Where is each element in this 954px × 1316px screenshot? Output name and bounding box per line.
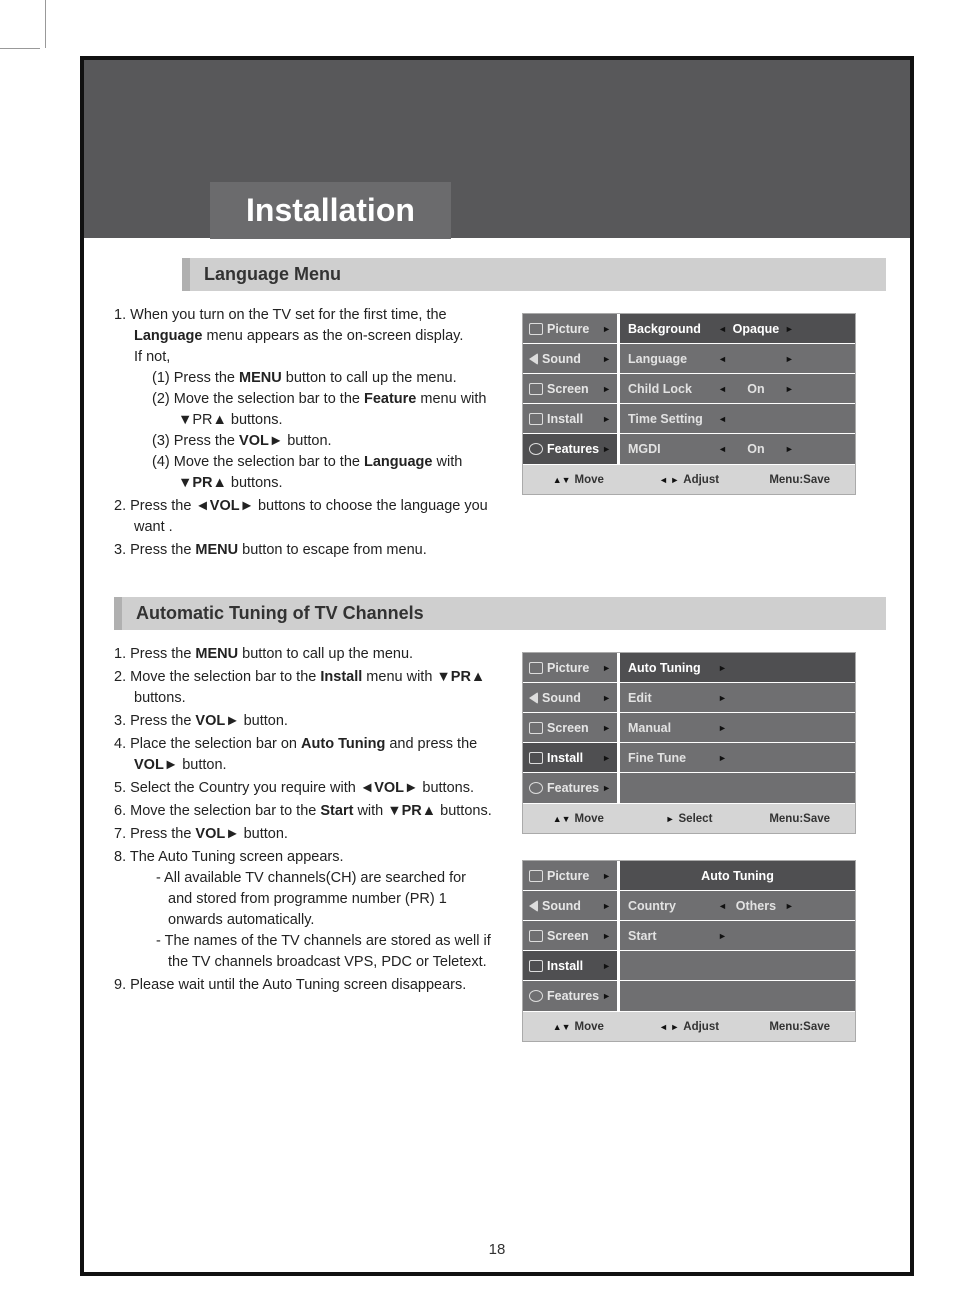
row-auto-tuning[interactable]: Auto Tuning► — [620, 653, 855, 683]
install-icon — [529, 960, 543, 972]
features-icon — [529, 782, 543, 794]
nav-features[interactable]: Features► — [523, 434, 617, 464]
row-language[interactable]: Language◄► — [620, 344, 855, 374]
osd-footer: ▲▼Move ◄ ►Adjust Menu:Save — [523, 1011, 855, 1041]
install-icon — [529, 413, 543, 425]
auto-tuning-text: Press the MENU button to call up the men… — [114, 644, 494, 1068]
page-frame: Installation Language Menu When you turn… — [80, 56, 914, 1276]
picture-icon — [529, 870, 543, 882]
screen-icon — [529, 722, 543, 734]
row-start[interactable]: Start► — [620, 921, 855, 951]
at-step-2: Move the selection bar to the Install me… — [114, 667, 494, 709]
at-step-9: Please wait until the Auto Tuning screen… — [114, 975, 494, 996]
nav-features[interactable]: Features► — [523, 773, 617, 803]
nav-sound[interactable]: Sound► — [523, 891, 617, 921]
substep-1: (1) Press the MENU button to call up the… — [152, 368, 494, 389]
row-time-setting[interactable]: Time Setting◄ — [620, 404, 855, 434]
language-menu-text: When you turn on the TV set for the firs… — [114, 305, 494, 563]
row-country[interactable]: Country◄Others► — [620, 891, 855, 921]
features-icon — [529, 990, 543, 1002]
header-band: Installation — [84, 60, 910, 238]
at-step-7: Press the VOL► button. — [114, 824, 494, 845]
screen-icon — [529, 930, 543, 942]
nav-features[interactable]: Features► — [523, 981, 617, 1011]
nav-sound[interactable]: Sound► — [523, 683, 617, 713]
nav-screen[interactable]: Screen► — [523, 374, 617, 404]
osd-footer: ▲▼Move ◄ ►Adjust Menu:Save — [523, 464, 855, 494]
picture-icon — [529, 662, 543, 674]
nav-install[interactable]: Install► — [523, 951, 617, 981]
step-2: Press the ◄VOL► buttons to choose the la… — [114, 496, 494, 538]
row-fine-tune[interactable]: Fine Tune► — [620, 743, 855, 773]
substep-4: (4) Move the selection bar to the Langua… — [152, 452, 494, 494]
heading-auto-tuning: Automatic Tuning of TV Channels — [114, 597, 886, 630]
page-title: Installation — [246, 192, 415, 229]
nav-picture[interactable]: Picture► — [523, 314, 617, 344]
substep-3: (3) Press the VOL► button. — [152, 431, 494, 452]
at-step-3: Press the VOL► button. — [114, 711, 494, 732]
features-icon — [529, 443, 543, 455]
row-mgdi[interactable]: MGDI◄On► — [620, 434, 855, 464]
picture-icon — [529, 323, 543, 335]
at-step-4: Place the selection bar on Auto Tuning a… — [114, 734, 494, 776]
row-empty — [620, 773, 855, 803]
row-auto-tuning-title: Auto Tuning — [620, 861, 855, 891]
title-box: Installation — [210, 182, 451, 239]
at-step-1: Press the MENU button to call up the men… — [114, 644, 494, 665]
osd-nav: Picture► Sound► Screen► Install► Feature… — [523, 314, 617, 464]
row-empty — [620, 981, 855, 1011]
substep-2: (2) Move the selection bar to the Featur… — [152, 389, 494, 431]
install-icon — [529, 752, 543, 764]
sound-icon — [529, 353, 538, 365]
sound-icon — [529, 692, 538, 704]
nav-screen[interactable]: Screen► — [523, 921, 617, 951]
at-step-8: The Auto Tuning screen appears. - All av… — [114, 847, 494, 973]
row-child-lock[interactable]: Child Lock◄On► — [620, 374, 855, 404]
crop-mark-top — [45, 0, 46, 48]
at-step-5: Select the Country you require with ◄VOL… — [114, 778, 494, 799]
row-empty — [620, 951, 855, 981]
heading-language-menu: Language Menu — [182, 258, 886, 291]
row-manual[interactable]: Manual► — [620, 713, 855, 743]
nav-picture[interactable]: Picture► — [523, 653, 617, 683]
at-step-6: Move the selection bar to the Start with… — [114, 801, 494, 822]
nav-install[interactable]: Install► — [523, 404, 617, 434]
sound-icon — [529, 900, 538, 912]
screen-icon — [529, 383, 543, 395]
at-bullet-2: - The names of the TV channels are store… — [156, 931, 494, 973]
page-number: 18 — [84, 1241, 910, 1258]
nav-sound[interactable]: Sound► — [523, 344, 617, 374]
osd-install-menu: Picture► Sound► Screen► Install► Feature… — [522, 652, 856, 834]
nav-screen[interactable]: Screen► — [523, 713, 617, 743]
crop-mark-left — [0, 48, 40, 49]
osd-footer: ▲▼Move ►Select Menu:Save — [523, 803, 855, 833]
step-1: When you turn on the TV set for the firs… — [114, 305, 494, 494]
row-background[interactable]: Background◄Opaque► — [620, 314, 855, 344]
osd-auto-tuning-menu: Picture► Sound► Screen► Install► Feature… — [522, 860, 856, 1042]
nav-picture[interactable]: Picture► — [523, 861, 617, 891]
row-edit[interactable]: Edit► — [620, 683, 855, 713]
nav-install[interactable]: Install► — [523, 743, 617, 773]
at-bullet-1: - All available TV channels(CH) are sear… — [156, 868, 494, 931]
step-3: Press the MENU button to escape from men… — [114, 540, 494, 561]
osd-features-menu: Picture► Sound► Screen► Install► Feature… — [522, 313, 856, 495]
